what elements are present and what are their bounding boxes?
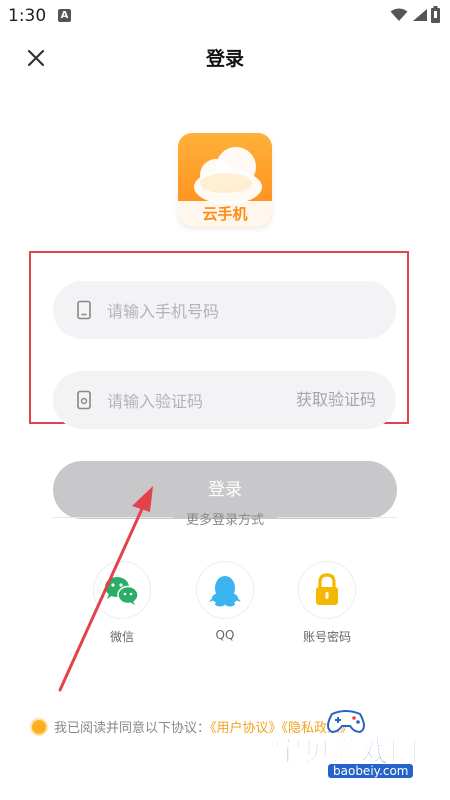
status-bar: 1:30 A: [0, 0, 450, 32]
watermark: 宝贝游戏网 baobeiy.com: [272, 704, 432, 784]
qq-icon: [209, 576, 241, 607]
get-code-button[interactable]: 获取验证码: [296, 371, 376, 429]
watermark-url: baobeiy.com: [328, 764, 414, 778]
wechat-label: 微信: [109, 630, 134, 644]
logo-label: 云手机: [178, 201, 272, 227]
phone-input[interactable]: [105, 281, 279, 341]
account-password-login-button[interactable]: 账号密码: [297, 561, 357, 645]
phone-icon: [77, 300, 91, 320]
user-agreement-link[interactable]: 《用户协议》: [210, 721, 282, 736]
wifi-icon: [390, 8, 408, 21]
wechat-login-button[interactable]: 微信: [92, 561, 152, 645]
code-input[interactable]: [105, 371, 269, 431]
lock-icon: [316, 573, 338, 605]
agreement-checkbox[interactable]: [32, 720, 46, 734]
wechat-icon: [105, 577, 139, 605]
agreement-text: 我已阅读并同意以下协议：: [54, 721, 211, 736]
notification-icon: A: [58, 9, 71, 22]
page-title: 登录: [205, 48, 244, 70]
more-login-methods-label: 更多登录方式: [185, 513, 264, 528]
qq-label: QQ: [215, 628, 235, 642]
status-time: 1:30: [8, 6, 47, 26]
qq-login-button[interactable]: QQ: [195, 561, 255, 642]
phone-input-row[interactable]: [53, 281, 396, 341]
verify-code-icon: [77, 390, 91, 410]
code-input-row[interactable]: 获取验证码: [53, 371, 396, 431]
account-password-label: 账号密码: [302, 630, 351, 644]
signal-icon: [413, 9, 427, 21]
app-logo: 云手机: [178, 133, 272, 227]
battery-icon: [431, 6, 440, 23]
